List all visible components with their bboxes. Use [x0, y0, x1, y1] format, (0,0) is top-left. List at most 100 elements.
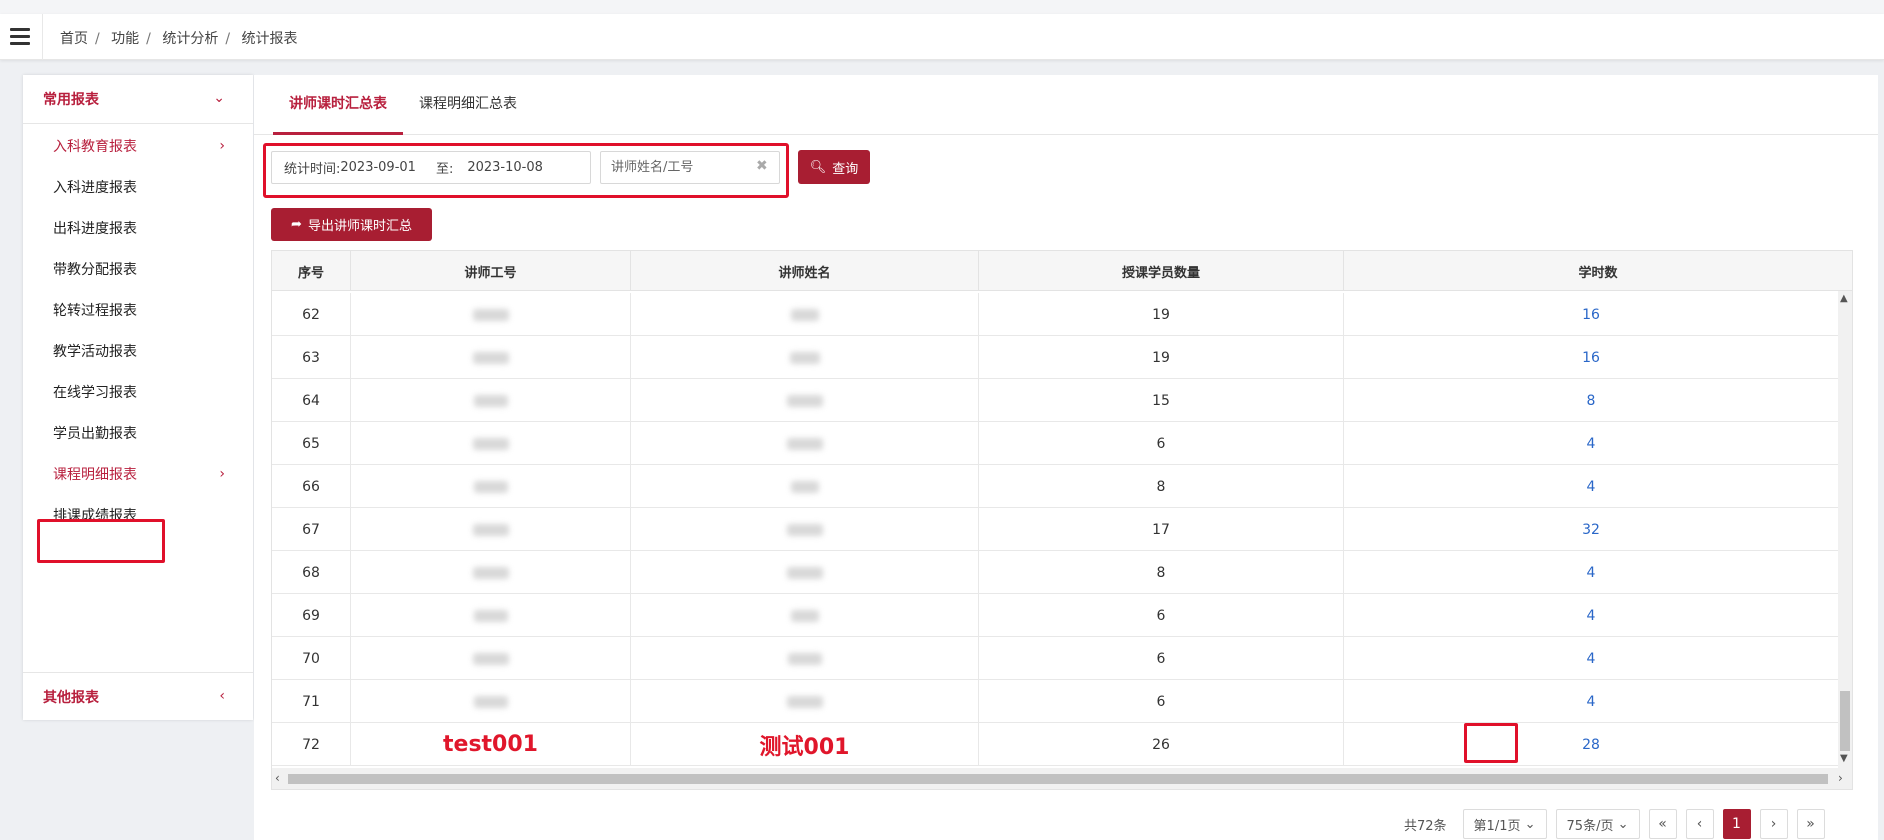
scroll-thumb[interactable] [288, 774, 1828, 784]
sidebar-item-online-learning[interactable]: 在线学习报表 [23, 372, 253, 412]
cell-no: 67 [272, 508, 351, 551]
next-page-button[interactable]: › [1759, 809, 1788, 839]
scroll-left-icon[interactable]: ‹ [275, 771, 280, 785]
cell-hours-text[interactable]: 4 [1587, 436, 1596, 452]
share-arrow-icon: ➦ [291, 217, 302, 232]
breadcrumb-analysis[interactable]: 统计分析 [162, 31, 218, 47]
table-row[interactable]: 68 8 4 [272, 551, 1838, 594]
redacted-value [790, 609, 819, 622]
start-date-value[interactable]: 2023-09-01 [340, 160, 416, 175]
tab-teacher-hours-summary[interactable]: 讲师课时汇总表 [273, 93, 403, 135]
cell-hours[interactable]: 28 [1344, 723, 1838, 766]
table-body[interactable]: 62 19 16 63 19 16 64 15 8 65 6 4 66 8 4 67 17 32 68 8 4 69 6 4 7… [272, 291, 1838, 768]
table-row[interactable]: 72 test001 测试001 26 28 [272, 723, 1838, 766]
table-row[interactable]: 62 19 16 [272, 293, 1838, 336]
cell-teacher-name [631, 551, 979, 594]
sidebar-item-teaching-assignment[interactable]: 带教分配报表 [23, 249, 253, 289]
cell-hours[interactable]: 16 [1344, 336, 1838, 379]
scroll-up-icon[interactable]: ▲ [1840, 293, 1848, 304]
cell-no-text: 67 [302, 521, 320, 538]
cell-no-text: 68 [302, 564, 320, 581]
cell-hours-text[interactable]: 28 [1582, 737, 1600, 753]
cell-hours[interactable]: 4 [1344, 594, 1838, 637]
page-size-select[interactable]: 75条/页 ⌄ [1555, 809, 1640, 839]
cell-student-count-text: 8 [1156, 564, 1166, 581]
cell-hours[interactable]: 4 [1344, 465, 1838, 508]
date-label: 统计时间: [284, 162, 341, 177]
page-select[interactable]: 第1/1页 ⌄ [1462, 809, 1547, 839]
scroll-down-icon[interactable]: ▼ [1840, 753, 1848, 764]
cell-no: 65 [272, 422, 351, 465]
query-button[interactable]: 🔍︎ 查询 [798, 150, 870, 184]
cell-hours[interactable]: 16 [1344, 293, 1838, 336]
table-row[interactable]: 64 15 8 [272, 379, 1838, 422]
cell-hours-text[interactable]: 4 [1587, 608, 1596, 624]
sidebar-item-label: 教学活动报表 [53, 344, 137, 360]
sidebar-group-common-reports[interactable]: 常用报表 ⌄ [23, 75, 253, 124]
cell-hours-text[interactable]: 4 [1587, 651, 1596, 667]
table-row[interactable]: 63 19 16 [272, 336, 1838, 379]
page-number-button[interactable]: 1 [1722, 809, 1751, 839]
sidebar-item-label: 学员出勤报表 [53, 426, 137, 442]
sidebar-item-teaching-activity[interactable]: 教学活动报表 [23, 331, 253, 371]
sidebar-item-schedule-score[interactable]: 排课成绩报表 [23, 495, 253, 535]
breadcrumb-function[interactable]: 功能 [111, 31, 139, 47]
sidebar-item-entry-education[interactable]: 入科教育报表 › [23, 126, 253, 166]
cell-no: 72 [272, 723, 351, 766]
breadcrumb: 首页 / 功能 / 统计分析 / 统计报表 [60, 31, 298, 47]
last-page-button[interactable]: » [1796, 809, 1825, 839]
breadcrumb-current: 统计报表 [241, 31, 298, 47]
cell-hours-text[interactable]: 8 [1587, 393, 1596, 409]
sidebar-item-attendance[interactable]: 学员出勤报表 [23, 413, 253, 453]
breadcrumb-home[interactable]: 首页 [60, 31, 88, 47]
cell-hours-text[interactable]: 32 [1582, 522, 1600, 538]
annotation-highlight-box [1464, 723, 1518, 763]
table-row[interactable]: 66 8 4 [272, 465, 1838, 508]
cell-hours[interactable]: 8 [1344, 379, 1838, 422]
menu-toggle-icon[interactable] [10, 28, 30, 46]
prev-page-button[interactable]: ‹ [1685, 809, 1714, 839]
sidebar: 常用报表 ⌄ 入科教育报表 › 入科进度报表 出科进度报表 带教分配报表 轮转过程报表教学… [23, 75, 253, 720]
sidebar-item-rotation-process[interactable]: 轮转过程报表 [23, 290, 253, 330]
table-row[interactable]: 70 6 4 [272, 637, 1838, 680]
cell-hours-text[interactable]: 4 [1587, 565, 1596, 581]
scroll-thumb[interactable] [1840, 691, 1850, 751]
table-row[interactable]: 71 6 4 [272, 680, 1838, 723]
horizontal-scrollbar[interactable]: ‹ › [272, 768, 1852, 789]
cell-hours-text[interactable]: 16 [1582, 350, 1600, 366]
table-row[interactable]: 67 17 32 [272, 508, 1838, 551]
cell-hours[interactable]: 4 [1344, 680, 1838, 723]
end-date-value[interactable]: 2023-10-08 [467, 160, 543, 175]
clear-icon[interactable]: ✖ [756, 158, 768, 174]
cell-teacher-name [631, 422, 979, 465]
tab-course-detail-summary[interactable]: 课程明细汇总表 [403, 93, 533, 135]
cell-hours-text[interactable]: 4 [1587, 479, 1596, 495]
first-page-button[interactable]: « [1648, 809, 1677, 839]
scroll-right-icon[interactable]: › [1838, 771, 1843, 785]
sidebar-item-course-detail[interactable]: 课程明细报表 › [23, 454, 253, 494]
export-button[interactable]: ➦ 导出讲师课时汇总 [271, 208, 432, 241]
sidebar-item-entry-progress[interactable]: 入科进度报表 [23, 167, 253, 207]
teacher-search-input[interactable] [600, 151, 780, 184]
cell-teacher-id [351, 594, 631, 637]
cell-hours[interactable]: 4 [1344, 551, 1838, 594]
query-button-label: 查询 [832, 161, 859, 177]
vertical-scrollbar[interactable]: ▲ ▼ [1838, 291, 1852, 768]
table-row[interactable]: 69 6 4 [272, 594, 1838, 637]
cell-hours-text[interactable]: 4 [1587, 694, 1596, 710]
date-range-field[interactable]: 统计时间: 2023-09-01 至: 2023-10-08 [271, 151, 591, 184]
cell-hours[interactable]: 32 [1344, 508, 1838, 551]
sidebar-item-exit-progress[interactable]: 出科进度报表 [23, 208, 253, 248]
pagination: 共72条 第1/1页 ⌄ 75条/页 ⌄ « ‹ 1 › » [1404, 808, 1834, 840]
cell-hours-text[interactable]: 16 [1582, 307, 1600, 323]
column-header-student-count: 授课学员数量 [979, 251, 1344, 291]
cell-student-count-text: 17 [1152, 521, 1170, 538]
cell-teacher-name [631, 379, 979, 422]
cell-hours[interactable]: 4 [1344, 637, 1838, 680]
cell-hours[interactable]: 4 [1344, 422, 1838, 465]
cell-teacher-name [631, 594, 979, 637]
sidebar-group-other-reports[interactable]: 其他报表 ‹ [23, 672, 253, 721]
column-header-teacher-name: 讲师姓名 [631, 251, 979, 291]
table-row[interactable]: 65 6 4 [272, 422, 1838, 465]
cell-teacher-name [631, 465, 979, 508]
